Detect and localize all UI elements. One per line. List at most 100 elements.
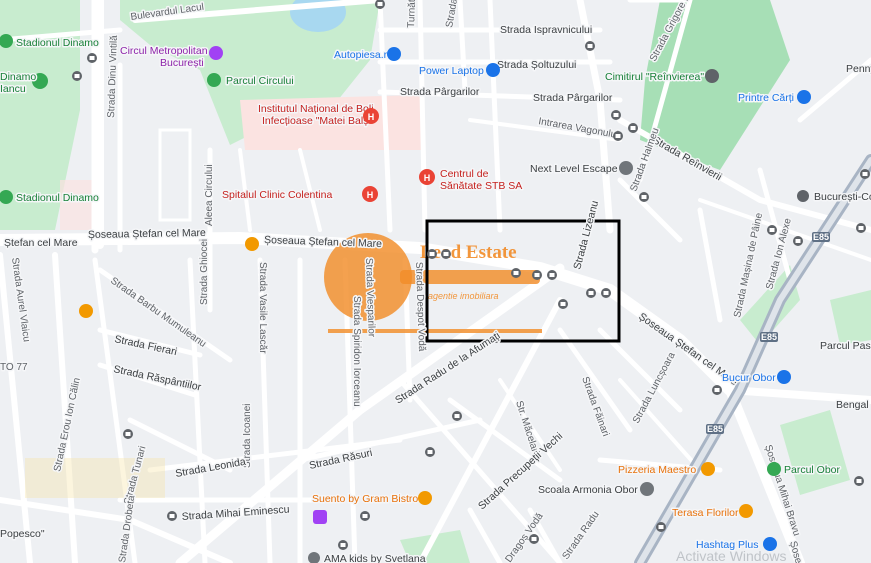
poi-label: Pizzeria Maestro <box>618 464 696 476</box>
shopping-icon <box>777 370 791 384</box>
poi-label-2: Iancu <box>0 83 26 95</box>
poi-restaurant-stefan[interactable] <box>245 237 259 251</box>
poi-label: Institutul Național de Boli <box>258 103 374 115</box>
hospital-icon-glyph: H <box>367 190 374 200</box>
shopping-icon <box>797 90 811 104</box>
label-sos-stefan-left: Șoseaua Ștefan cel Mare <box>88 227 206 241</box>
bus-stop-icon[interactable] <box>532 270 542 280</box>
gym-icon <box>313 510 327 524</box>
poi-ama-kids[interactable]: AMA kids by Svetlana <box>308 552 427 563</box>
poi-printre-carti[interactable]: Printre Cărți <box>737 90 811 106</box>
school-icon <box>640 482 654 496</box>
bus-stop-icon[interactable] <box>601 288 611 298</box>
bus-stop-icon[interactable] <box>441 249 451 259</box>
restaurant-icon <box>739 504 753 518</box>
shopping-icon <box>486 63 500 77</box>
poi-cimitirul[interactable]: Cimitirul "Reînvierea" <box>604 69 719 85</box>
poi-label: Next Level Escape <box>530 163 618 175</box>
bus-stop-icon[interactable] <box>611 110 621 120</box>
label-stefan-cel-mare-left: Ștefan cel Mare <box>4 237 78 249</box>
bus-stop-icon[interactable] <box>558 299 568 309</box>
watermark-brand-tagline: agentie imobiliara <box>428 291 499 301</box>
poi-label: Spitalul Clinic Colentina <box>222 189 332 201</box>
restaurant-icon <box>245 237 259 251</box>
map-canvas[interactable]: E85 E85 E85 Lead Estate agentie imobilia… <box>0 0 871 563</box>
poi-label-2: București <box>160 57 204 69</box>
poi-label: Stadionul Dinamo <box>16 37 99 49</box>
poi-label: Bucur Obor <box>722 372 776 384</box>
poi-popesco[interactable]: Popesco" <box>0 527 46 542</box>
cemetery-icon <box>705 69 719 83</box>
bus-stop-icon[interactable] <box>511 268 521 278</box>
bus-stop-icon[interactable] <box>639 192 649 202</box>
shopping-icon <box>387 47 401 61</box>
bus-stop-icon[interactable] <box>767 225 777 235</box>
poi-label: Printre Cărți <box>738 92 794 104</box>
circus-icon <box>209 46 223 60</box>
bus-stop-icon[interactable] <box>338 540 348 550</box>
label-bengal: Bengal I <box>836 399 871 411</box>
bus-stop-icon[interactable] <box>613 131 623 141</box>
poi-parcul-obor[interactable]: Parcul Obor <box>767 462 842 478</box>
poi-label: Parcul Obor <box>784 464 841 476</box>
poi-institutul-national[interactable]: Institutul Național de Boli Infecțioase … <box>257 102 379 129</box>
label-strada-spiridon: Strada Spiridon Iorceanu <box>351 296 362 407</box>
poi-label: Scoala Armonia Obor <box>538 484 638 496</box>
escape-room-icon <box>619 161 633 175</box>
bus-stop-icon[interactable] <box>656 522 666 532</box>
bus-stop-icon[interactable] <box>856 223 866 233</box>
e85-label-b: E85 <box>761 332 777 342</box>
bus-stop-icon[interactable] <box>452 411 462 421</box>
bus-stop-icon[interactable] <box>87 53 97 63</box>
poi-label: Circul Metropolitan <box>120 45 208 57</box>
bus-stop-icon[interactable] <box>860 169 870 179</box>
poi-suento[interactable]: Suento by Gram Bistro <box>311 491 432 507</box>
poi-label: Dinamo <box>0 71 36 83</box>
restaurant-icon <box>701 462 715 476</box>
poi-label: Parcul Circului <box>226 75 294 87</box>
station-icon <box>797 190 809 202</box>
bus-stop-icon[interactable] <box>854 476 864 486</box>
restaurant-icon <box>79 304 93 318</box>
poi-scoala-armonia[interactable]: Scoala Armonia Obor <box>537 482 654 498</box>
poi-penny[interactable]: Penny <box>845 62 871 77</box>
restaurant-icon <box>418 491 432 505</box>
poi-purple-suento[interactable] <box>313 510 327 524</box>
bus-stop-icon[interactable] <box>547 270 557 280</box>
poi-autopiesa[interactable]: Autopiesa.ro <box>333 47 401 63</box>
poi-bucur-obor[interactable]: Bucur Obor <box>721 370 791 386</box>
label-strada-ghiocei: Strada Ghiocei <box>199 239 210 305</box>
park-icon <box>767 462 781 476</box>
label-strada-pargarilor-b: Strada Pârgarilor <box>533 92 613 104</box>
poi-label: Suento by Gram Bistro <box>312 493 418 505</box>
bus-stop-icon[interactable] <box>628 123 638 133</box>
label-strada-ispravnicului: Strada Ispravnicului <box>500 24 592 36</box>
bus-stop-icon[interactable] <box>585 41 595 51</box>
bus-stop-icon[interactable] <box>586 288 596 298</box>
bus-stop-icon[interactable] <box>712 385 722 395</box>
hospital-icon-glyph: H <box>368 112 375 122</box>
label-turnatorilor: Turnătorilor <box>406 0 419 28</box>
poi-label: București-Co <box>814 191 871 203</box>
hospital-area-2 <box>60 180 95 230</box>
bus-stop-icon[interactable] <box>793 236 803 246</box>
bus-stop-icon[interactable] <box>427 249 437 259</box>
bus-stop-icon[interactable] <box>167 511 177 521</box>
e85-label-c: E85 <box>707 424 723 434</box>
label-strada-soltuzului: Strada Șoltuzului <box>497 59 576 71</box>
hospital-icon-glyph: H <box>424 173 431 183</box>
poi-label-2: Sănătate STB SA <box>440 180 522 192</box>
poi-restaurant-left[interactable] <box>79 304 93 318</box>
poi-label: Stadionul Dinamo <box>16 192 99 204</box>
bus-stop-icon[interactable] <box>123 429 133 439</box>
poi-label: Cimitirul "Reînvierea" <box>605 71 704 83</box>
poi-label: Terasa Florilor <box>672 507 739 519</box>
label-strada-pargarilor-a: Strada Pârgarilor <box>400 86 480 98</box>
poi-next-level-escape[interactable]: Next Level Escape <box>529 161 633 177</box>
bus-stop-icon[interactable] <box>72 71 82 81</box>
poi-label: Autopiesa.ro <box>334 49 393 61</box>
poi-label: Power Laptop <box>419 65 484 77</box>
bus-stop-icon[interactable] <box>360 511 370 521</box>
bus-stop-icon[interactable] <box>425 447 435 457</box>
bus-stop-icon[interactable] <box>529 534 539 544</box>
